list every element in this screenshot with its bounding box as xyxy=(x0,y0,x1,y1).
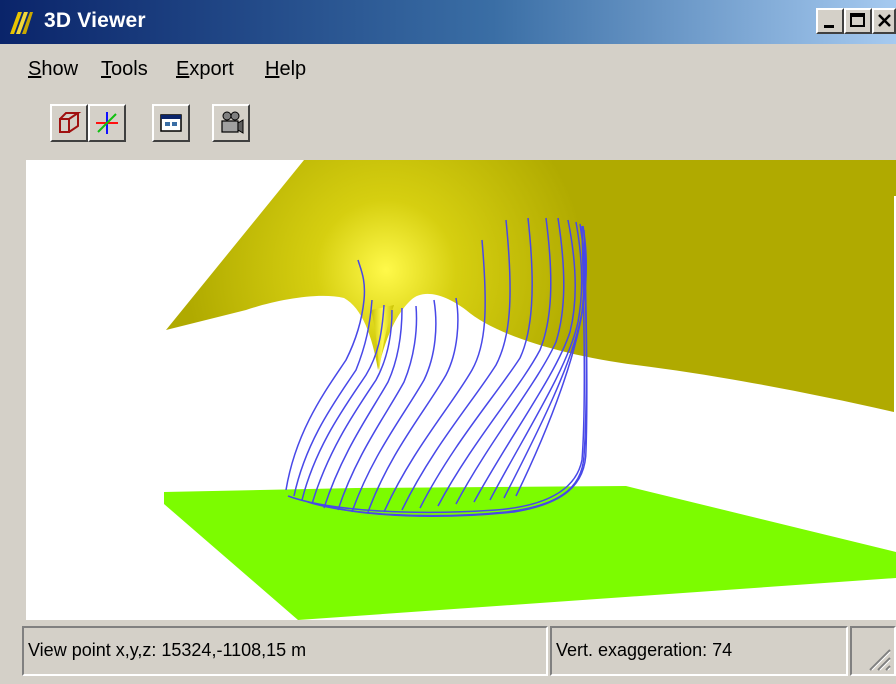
close-button[interactable] xyxy=(872,8,896,34)
menu-bar: Show Tools Export Help xyxy=(0,52,896,88)
title-bar[interactable]: 3D Viewer xyxy=(0,0,896,44)
camera-icon xyxy=(221,111,244,134)
status-panel-empty xyxy=(850,626,896,676)
status-bar: View point x,y,z: 15324,-1108,15 m Vert.… xyxy=(0,620,896,684)
minimize-icon xyxy=(824,25,834,28)
3d-viewport[interactable] xyxy=(26,160,896,620)
toolbar xyxy=(0,96,896,152)
close-icon xyxy=(878,14,891,27)
maximize-button[interactable] xyxy=(844,8,872,34)
maximize-icon xyxy=(850,13,865,27)
axes-button[interactable] xyxy=(88,104,126,142)
scene-render xyxy=(164,160,896,620)
axes-icon xyxy=(96,112,118,134)
window-icon xyxy=(160,114,182,132)
minimize-button[interactable] xyxy=(816,8,844,34)
lower-surface xyxy=(164,486,896,620)
exaggeration-status: Vert. exaggeration: 74 xyxy=(550,626,848,676)
resize-grip-icon[interactable] xyxy=(852,628,892,672)
viewpoint-status: View point x,y,z: 15324,-1108,15 m xyxy=(22,626,548,676)
menu-show[interactable]: Show xyxy=(28,58,78,81)
upper-surface xyxy=(166,160,896,412)
menu-tools[interactable]: Tools xyxy=(101,58,148,81)
window-title: 3D Viewer xyxy=(44,9,146,32)
menu-export[interactable]: Export xyxy=(176,58,234,81)
camera-button[interactable] xyxy=(212,104,250,142)
app-icon xyxy=(10,12,33,34)
window-button[interactable] xyxy=(152,104,190,142)
box-wireframe-icon xyxy=(59,112,82,133)
menu-help[interactable]: Help xyxy=(265,58,306,81)
box-button[interactable] xyxy=(50,104,88,142)
